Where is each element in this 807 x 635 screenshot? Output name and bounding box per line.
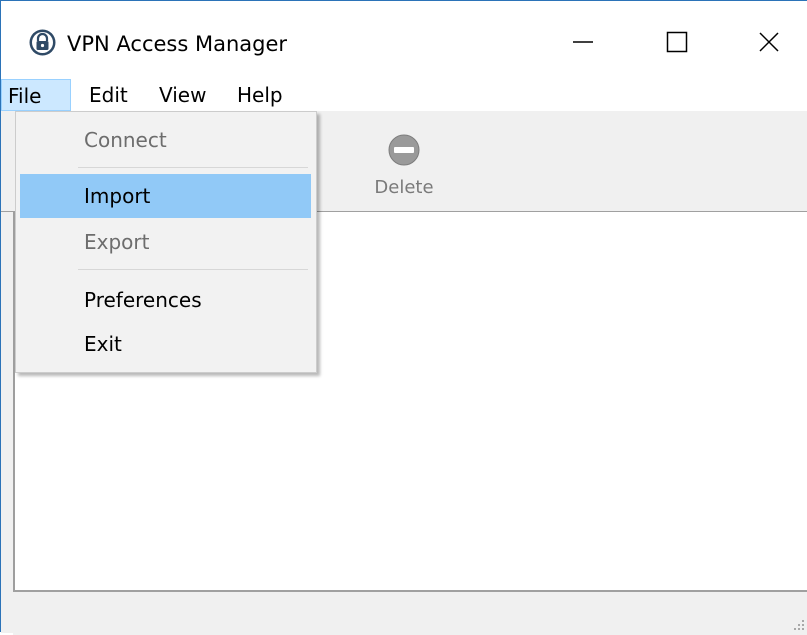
menu-help[interactable]: Help: [231, 79, 297, 111]
app-window: VPN Access Manager File Edit View Help D…: [0, 0, 807, 635]
window-title: VPN Access Manager: [67, 32, 288, 56]
menu-file[interactable]: File: [1, 79, 71, 111]
minimize-icon: [573, 41, 593, 43]
menu-item-export[interactable]: Export: [20, 220, 311, 264]
close-button[interactable]: [723, 11, 807, 73]
maximize-button[interactable]: [631, 11, 723, 73]
close-icon: [759, 32, 779, 52]
menu-item-import[interactable]: Import: [20, 174, 311, 218]
menu-item-exit[interactable]: Exit: [20, 322, 311, 366]
status-bar: [13, 590, 807, 635]
maximize-icon: [666, 31, 688, 53]
vpn-lock-icon: [29, 29, 56, 56]
file-menu-dropdown: Connect Import Export Preferences Exit: [15, 111, 317, 373]
left-gutter: [1, 212, 13, 633]
menu-edit[interactable]: Edit: [83, 79, 139, 111]
resize-grip-icon[interactable]: [791, 617, 805, 631]
menu-view[interactable]: View: [153, 79, 219, 111]
delete-icon: [388, 134, 420, 166]
minimize-button[interactable]: [537, 11, 629, 73]
menu-separator: [78, 167, 308, 168]
menu-item-connect[interactable]: Connect: [20, 118, 311, 162]
delete-label: Delete: [374, 177, 434, 198]
delete-button[interactable]: Delete: [359, 119, 449, 209]
title-bar[interactable]: VPN Access Manager: [1, 1, 807, 79]
menu-item-preferences[interactable]: Preferences: [20, 278, 311, 322]
menu-separator: [78, 269, 308, 270]
menu-bar: File Edit View Help: [1, 79, 807, 112]
